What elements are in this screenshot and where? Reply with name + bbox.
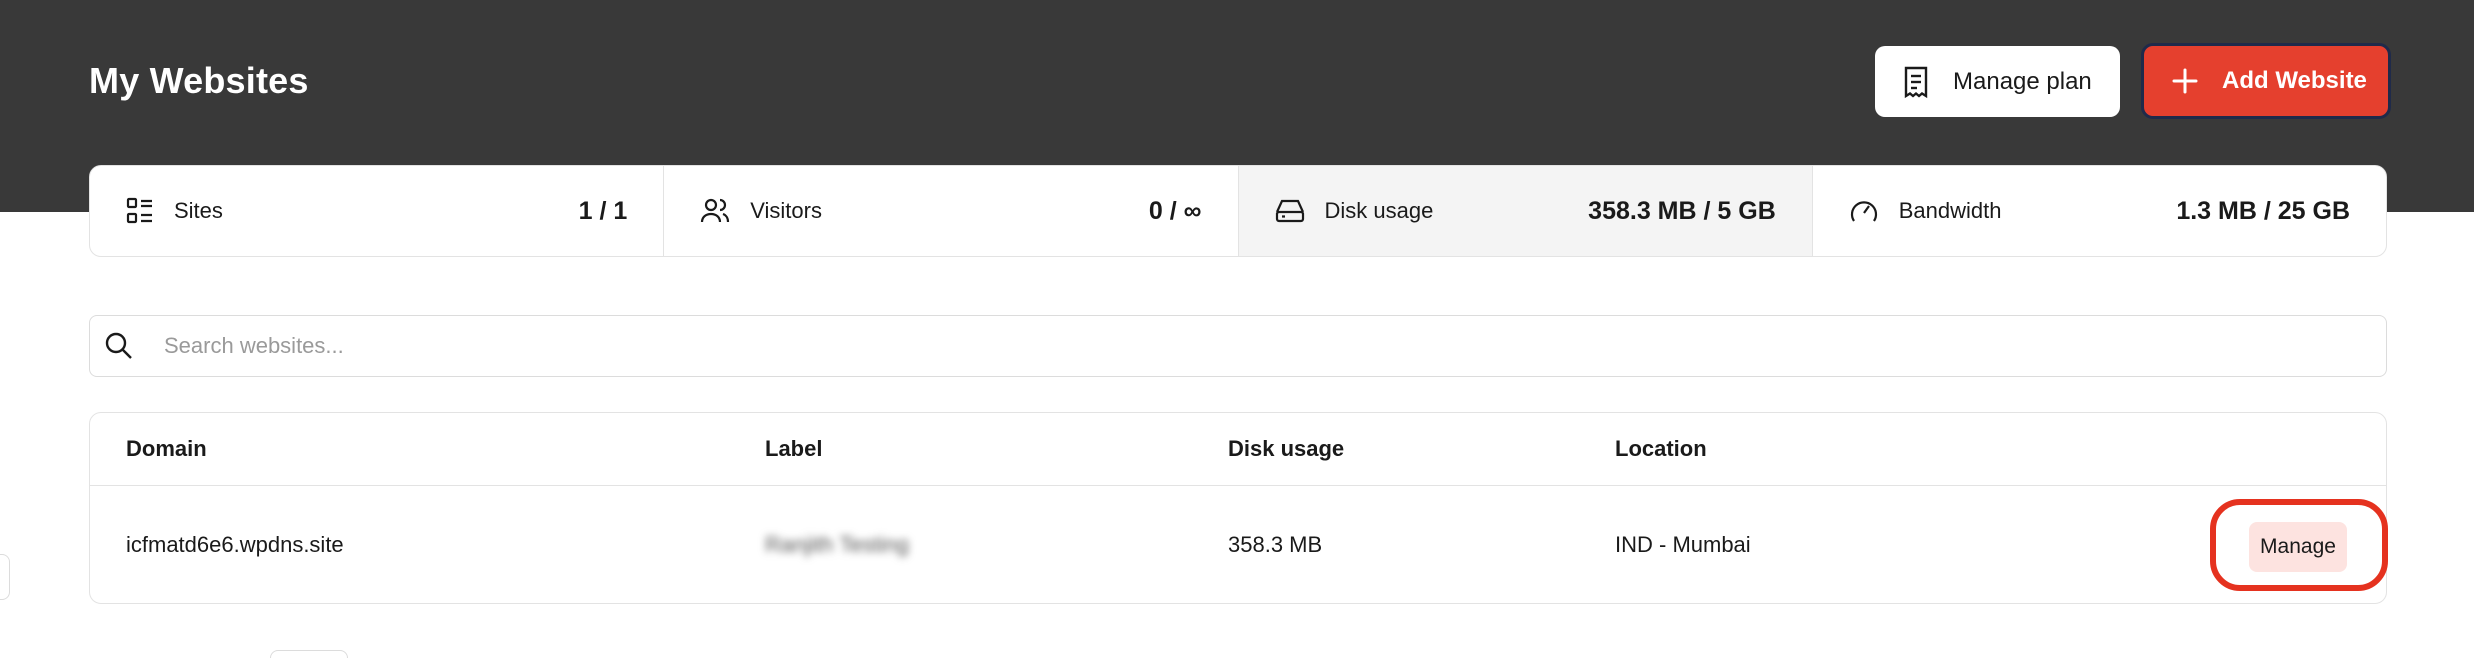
- manage-button[interactable]: Manage: [2249, 522, 2347, 572]
- stat-disk-usage: Disk usage 358.3 MB / 5 GB: [1238, 166, 1813, 256]
- stat-label: Sites: [174, 198, 223, 223]
- stat-visitors: Visitors 0 / ∞: [664, 166, 1239, 256]
- row-disk-usage: 358.3 MB: [1228, 532, 1323, 557]
- manage-plan-label: Manage plan: [1953, 67, 2092, 95]
- row-label: Ranjith Testing: [765, 532, 909, 557]
- table-header: Domain Label Disk usage Location: [90, 413, 2386, 486]
- search-icon: [104, 331, 134, 361]
- stat-label: Visitors: [750, 198, 822, 223]
- gauge-icon: [1849, 197, 1879, 225]
- column-header-disk-usage: Disk usage: [1228, 436, 1345, 461]
- stat-value: 1 / 1: [578, 196, 628, 225]
- websites-table: Domain Label Disk usage Location icfmatd…: [89, 412, 2387, 604]
- stat-sites: Sites 1 / 1: [90, 166, 665, 256]
- stat-value: 358.3 MB / 5 GB: [1588, 196, 1776, 225]
- edge-tab[interactable]: [0, 554, 10, 600]
- add-website-button[interactable]: Add Website: [2141, 43, 2391, 119]
- list-icon: [126, 197, 154, 225]
- stat-value: 0 / ∞: [1148, 196, 1202, 225]
- stat-label: Disk usage: [1324, 198, 1434, 223]
- stat-value: 1.3 MB / 25 GB: [2176, 196, 2350, 225]
- column-header-domain: Domain: [126, 436, 207, 461]
- column-header-location: Location: [1615, 436, 1707, 461]
- stat-bandwidth: Bandwidth 1.3 MB / 25 GB: [1813, 166, 2386, 256]
- hard-drive-icon: [1275, 198, 1305, 224]
- column-header-label: Label: [765, 436, 823, 461]
- add-website-label: Add Website: [2222, 67, 2367, 94]
- stat-label: Bandwidth: [1898, 198, 2002, 223]
- search-input[interactable]: [164, 333, 2264, 359]
- stats-bar: Sites 1 / 1 Visitors 0 / ∞ Disk usage 35…: [89, 165, 2387, 257]
- table-row: icfmatd6e6.wpdns.site Ranjith Testing 35…: [90, 486, 2386, 604]
- document-icon: [1901, 65, 1931, 99]
- page-title: My Websites: [89, 60, 309, 101]
- plus-icon: [2172, 68, 2198, 94]
- search-box: [89, 315, 2387, 377]
- row-location: IND - Mumbai: [1615, 532, 1751, 557]
- row-domain[interactable]: icfmatd6e6.wpdns.site: [126, 486, 344, 604]
- manage-plan-button[interactable]: Manage plan: [1875, 46, 2120, 117]
- bottom-stub[interactable]: [270, 650, 348, 658]
- users-icon: [700, 197, 730, 225]
